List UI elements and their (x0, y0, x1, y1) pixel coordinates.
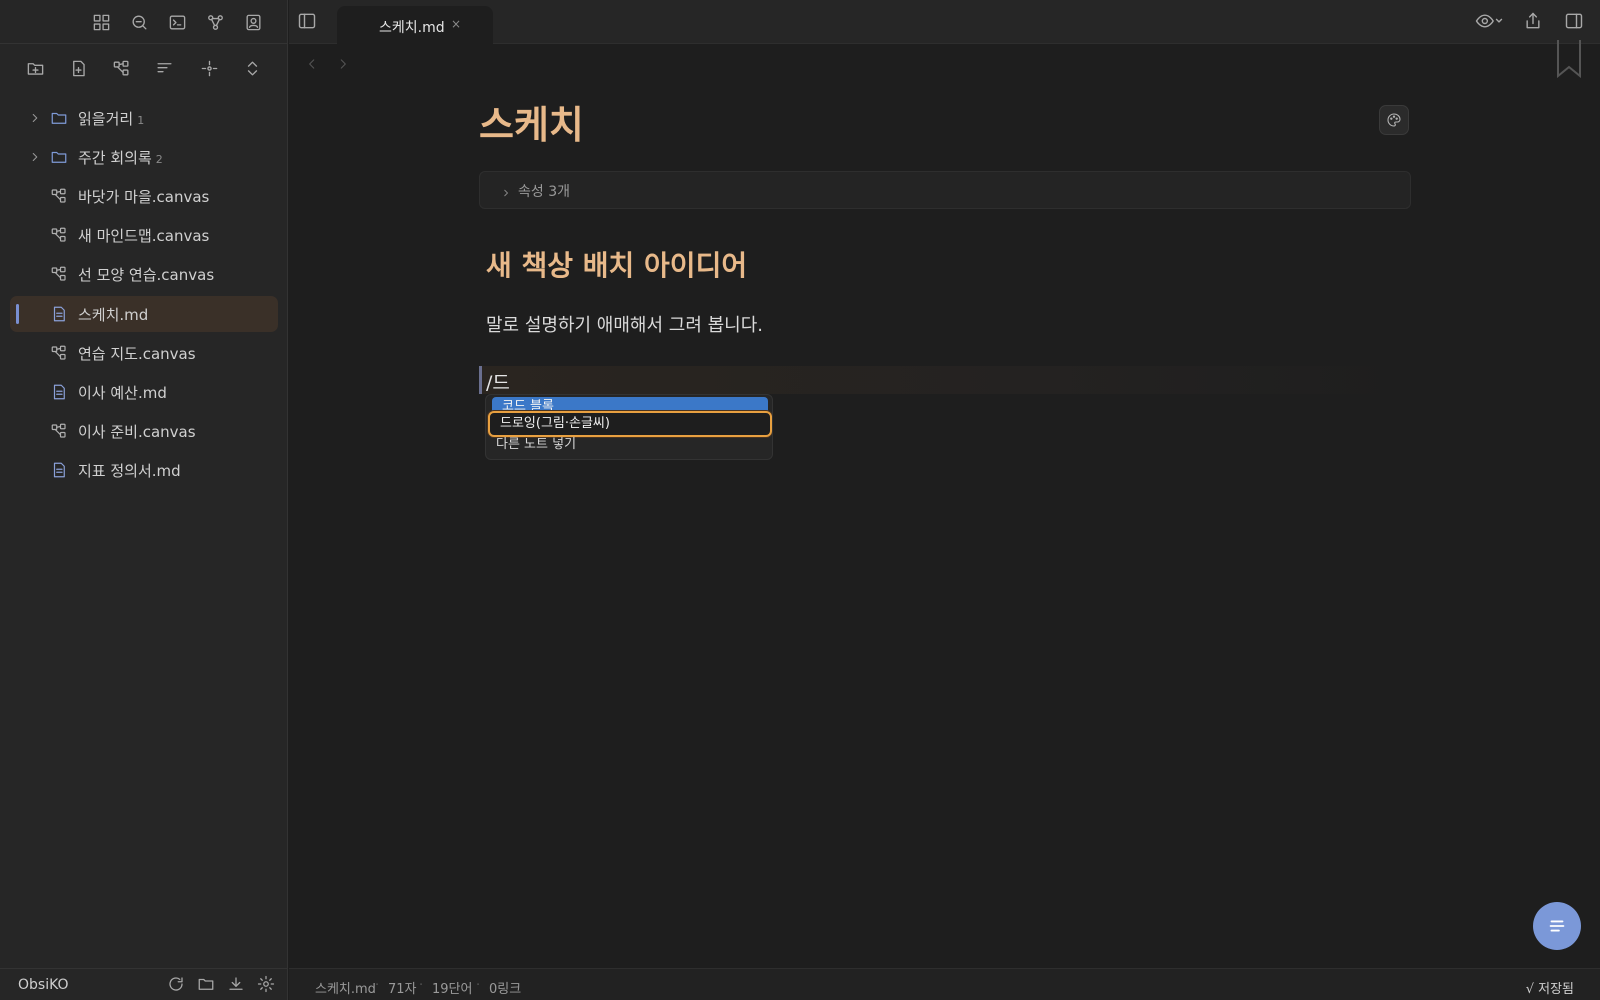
outline-button[interactable] (1533, 902, 1581, 950)
tree-item-label: 연습 지도.canvas (78, 344, 196, 363)
tree-item-label: 주간 회의록 (78, 148, 152, 167)
vault-name[interactable]: ObsiKO (18, 977, 69, 993)
collapse-icon[interactable] (240, 56, 264, 80)
sync-icon[interactable] (167, 975, 187, 995)
tree-item-label: 지표 정의서.md (78, 461, 181, 480)
palette-icon[interactable] (1379, 105, 1409, 135)
file-text-icon (50, 383, 68, 401)
tree-folder-weekly[interactable]: 주간 회의록 2 (10, 139, 278, 175)
tree-item-label: 새 마인드맵.canvas (78, 226, 210, 245)
status-separator: · (419, 978, 424, 993)
search-icon[interactable] (127, 10, 151, 34)
line-marker (479, 366, 482, 394)
sidebar: 읽을거리 1 주간 회의록 2 바닷가 마을.canvas 새 마인드맵.canva… (0, 0, 288, 1000)
list-icon (1549, 920, 1565, 932)
graph-icon[interactable] (203, 10, 227, 34)
grid-icon[interactable] (89, 10, 113, 34)
sort-icon[interactable] (152, 56, 176, 80)
terminal-icon[interactable] (165, 10, 189, 34)
tree-item[interactable]: 이사 예산.md (10, 374, 278, 410)
folder-icon (50, 109, 68, 127)
tree-item-label: 선 모양 연습.canvas (78, 265, 215, 284)
tab-sketch[interactable]: 스케치.md × (337, 6, 493, 44)
new-folder-icon[interactable] (23, 56, 47, 80)
right-sidebar-toggle-icon[interactable] (1564, 11, 1586, 33)
settings-icon[interactable] (257, 975, 277, 995)
slash-suggestion-menu: 코드 블록 드로잉(그림·손글씨) 다른 노트 넣기 (485, 394, 773, 460)
bookmark-icon[interactable] (1555, 40, 1583, 80)
slash-command-input[interactable]: /드 (486, 368, 510, 395)
status-words: 19단어 (432, 982, 473, 997)
tree-item[interactable]: 지표 정의서.md (10, 452, 278, 488)
ribbon (0, 0, 288, 44)
paragraph[interactable]: 말로 설명하기 애매해서 그려 봅니다. (486, 311, 763, 337)
folder-count: 2 (155, 152, 163, 166)
sidebar-footer: ObsiKO (0, 968, 288, 1000)
tree-item[interactable]: 바닷가 마을.canvas (10, 178, 278, 214)
canvas-icon (50, 265, 68, 283)
file-text-icon (50, 305, 68, 323)
active-indicator (16, 304, 19, 324)
status-file: 스케치.md (315, 982, 376, 997)
status-links: 0링크 (489, 982, 522, 997)
canvas-icon (50, 344, 68, 362)
tab-bar: 스케치.md × (289, 0, 1600, 44)
contact-icon[interactable] (241, 10, 265, 34)
tree-item-label: 이사 준비.canvas (78, 422, 196, 441)
tree-item[interactable]: 연습 지도.canvas (10, 335, 278, 371)
tree-item[interactable]: 선 모양 연습.canvas (10, 256, 278, 292)
suggestion-embed-note[interactable]: 다른 노트 넣기 (486, 435, 772, 455)
folder-icon[interactable] (197, 975, 217, 995)
canvas-icon (50, 422, 68, 440)
properties-section[interactable]: 속성 3개 (479, 171, 1411, 209)
heading[interactable]: 새 책상 배치 아이디어 (486, 244, 747, 284)
close-icon[interactable]: × (451, 17, 461, 31)
properties-label: 속성 3개 (518, 184, 570, 200)
new-canvas-icon[interactable] (109, 56, 133, 80)
status-bar: 스케치.md · 71자 · 19단어 · 0링크 √ 저장됨 (289, 968, 1600, 1000)
note-title[interactable]: 스케치 (479, 94, 584, 149)
forward-icon[interactable] (336, 56, 352, 72)
tree-item[interactable]: 이사 준비.canvas (10, 413, 278, 449)
folder-icon (50, 148, 68, 166)
canvas-icon (50, 187, 68, 205)
download-icon[interactable] (227, 975, 247, 995)
chevron-right-icon[interactable] (28, 150, 42, 164)
share-icon[interactable] (1523, 11, 1545, 33)
canvas-icon (50, 226, 68, 244)
chevron-right-icon[interactable] (28, 111, 42, 125)
tree-item-label: 바닷가 마을.canvas (78, 187, 210, 206)
folder-count: 1 (137, 113, 145, 127)
tree-item-label: 스케치.md (78, 305, 149, 324)
new-note-icon[interactable] (66, 56, 90, 80)
file-text-icon (50, 461, 68, 479)
status-chars: 71자 (388, 982, 417, 997)
tree-item[interactable]: 새 마인드맵.canvas (10, 217, 278, 253)
tree-item-active[interactable]: 스케치.md (10, 296, 278, 332)
status-saved: √ 저장됨 (1525, 982, 1574, 997)
tree-folder-reading[interactable]: 읽을거리 1 (10, 100, 278, 136)
chevron-right-icon[interactable] (500, 184, 512, 197)
status-separator: · (476, 978, 481, 993)
tree-item-label: 읽을거리 (78, 109, 134, 128)
tree-item-label: 이사 예산.md (78, 383, 167, 402)
back-icon[interactable] (305, 56, 321, 72)
active-line (479, 366, 1411, 394)
editor-pane: 스케치.md × 스케치 속성 3개 새 책상 배치 아이디어 말로 설명하기 … (289, 0, 1600, 1000)
sidebar-toggle-icon[interactable] (297, 11, 319, 33)
suggestion-drawing[interactable]: 드로잉(그림·손글씨) (488, 411, 772, 437)
status-separator: · (375, 978, 380, 993)
reveal-icon[interactable] (197, 56, 221, 80)
reading-view-icon[interactable] (1472, 11, 1508, 33)
tab-label: 스케치.md (379, 20, 445, 36)
